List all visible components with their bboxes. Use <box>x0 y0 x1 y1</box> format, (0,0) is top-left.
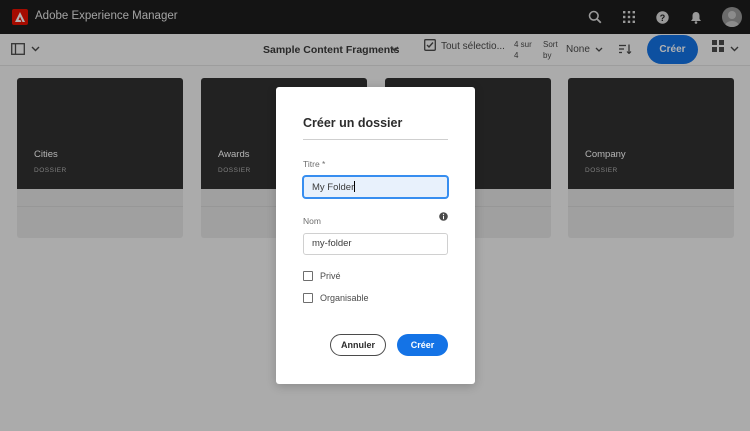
title-field-value: My Folder <box>312 182 355 193</box>
dialog-title: Créer un dossier <box>303 116 403 130</box>
info-icon[interactable] <box>439 208 448 221</box>
text-cursor <box>354 181 356 192</box>
create-folder-dialog: Créer un dossier Titre * My Folder Nom m… <box>276 87 475 384</box>
title-field[interactable]: My Folder <box>303 176 448 198</box>
orderable-checkbox[interactable] <box>303 293 313 303</box>
private-checkbox[interactable] <box>303 271 313 281</box>
name-field[interactable]: my-folder <box>303 233 448 255</box>
cancel-button[interactable]: Annuler <box>330 334 386 356</box>
name-field-value: my-folder <box>312 238 352 249</box>
title-field-label: Titre * <box>303 159 326 169</box>
dialog-divider <box>303 139 448 140</box>
private-label[interactable]: Privé <box>320 271 341 281</box>
dialog-create-button[interactable]: Créer <box>397 334 448 356</box>
name-field-label: Nom <box>303 216 321 226</box>
orderable-label[interactable]: Organisable <box>320 293 369 303</box>
